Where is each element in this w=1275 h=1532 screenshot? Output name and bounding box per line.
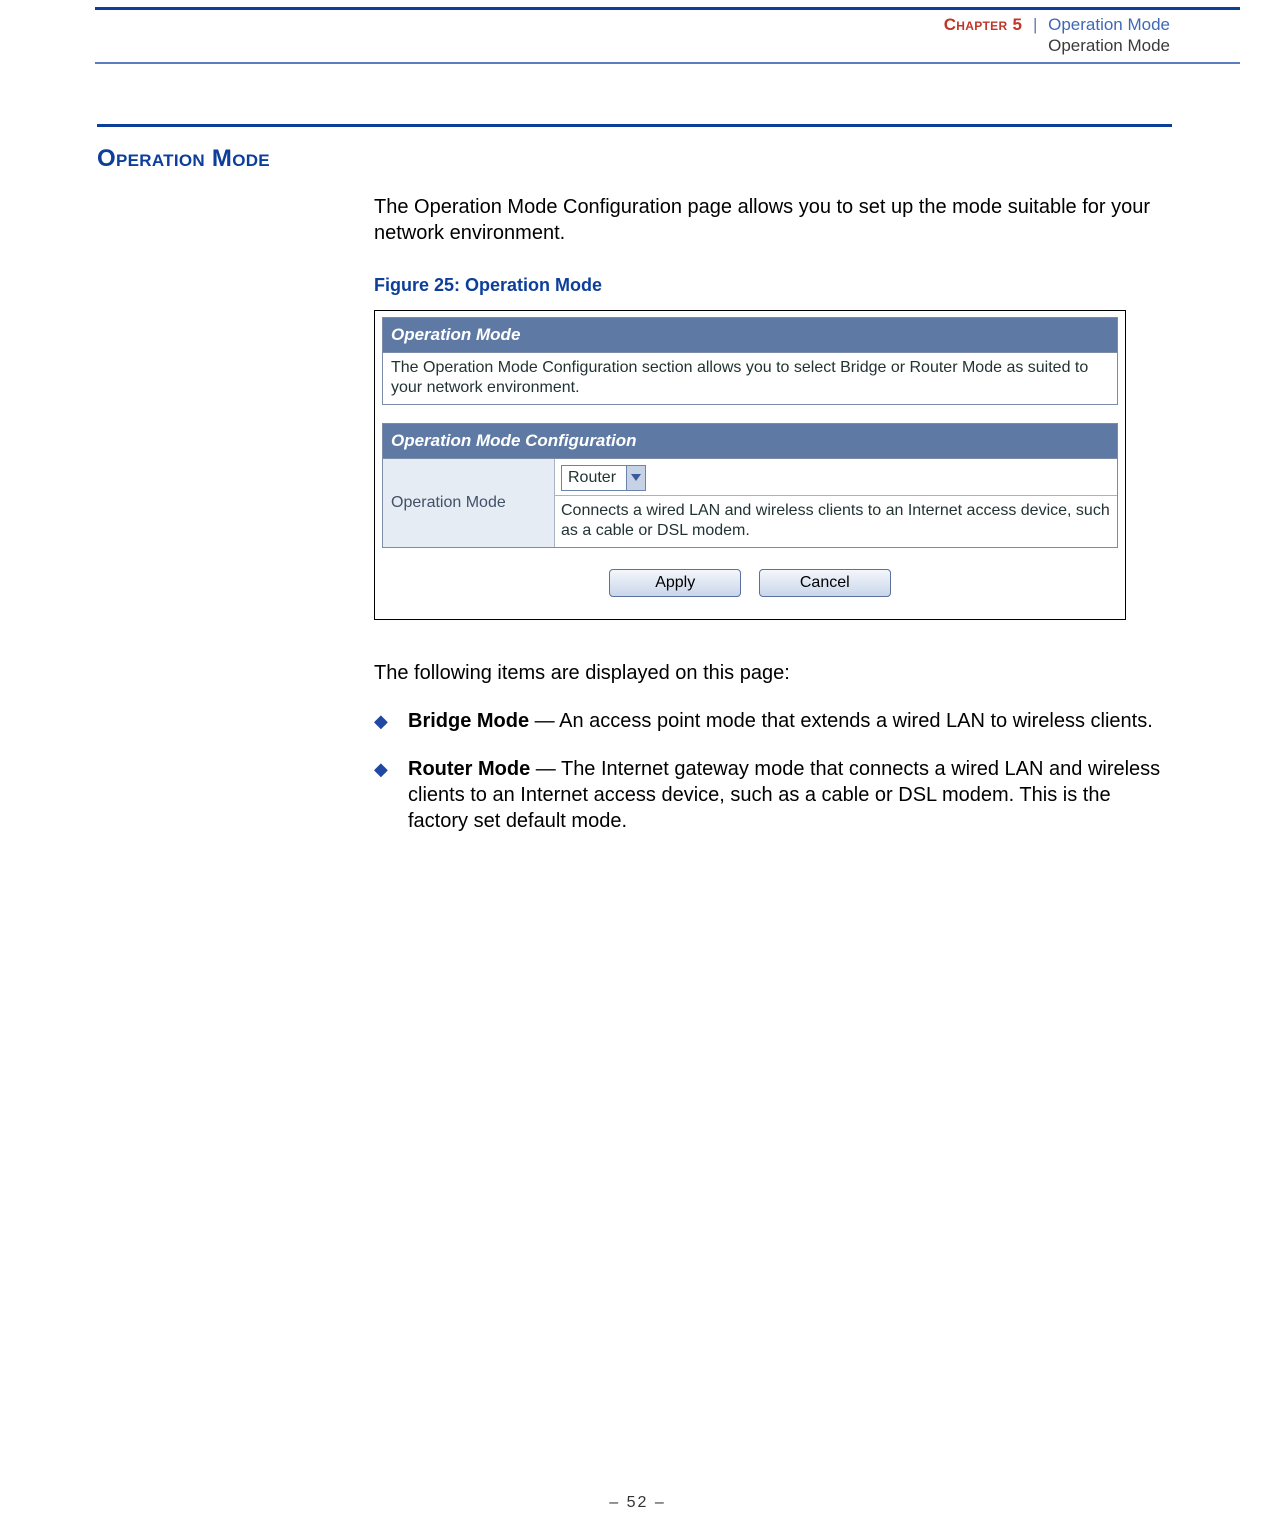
list-item-term: Bridge Mode [408, 710, 529, 732]
header-bottom-rule [95, 62, 1240, 64]
header-top-rule [95, 7, 1240, 10]
cancel-button[interactable]: Cancel [759, 569, 891, 597]
operation-mode-select-value: Router [562, 465, 626, 491]
page-header: Chapter 5 | Operation Mode Operation Mod… [944, 14, 1170, 56]
header-subtitle: Operation Mode [944, 35, 1170, 56]
chapter-separator: | [1027, 15, 1043, 34]
operation-mode-select[interactable]: Router [561, 465, 646, 491]
intro-paragraph: The Operation Mode Configuration page al… [374, 194, 1171, 246]
list-item: ◆ Router Mode — The Internet gateway mod… [374, 756, 1171, 834]
panel-operation-mode: Operation Mode The Operation Mode Config… [382, 317, 1118, 405]
list-item: ◆ Bridge Mode — An access point mode tha… [374, 708, 1171, 734]
section-top-rule [97, 124, 1172, 127]
section-title: Operation Mode [97, 145, 270, 173]
list-item-term: Router Mode [408, 758, 530, 780]
figure-screenshot: Operation Mode The Operation Mode Config… [374, 310, 1126, 620]
panel-config-head: Operation Mode Configuration [383, 424, 1117, 459]
chevron-down-icon [626, 466, 645, 490]
config-field-label: Operation Mode [383, 459, 555, 547]
config-field-desc: Connects a wired LAN and wireless client… [555, 496, 1117, 547]
diamond-bullet-icon: ◆ [374, 708, 408, 734]
chapter-label: Chapter 5 [944, 15, 1023, 34]
figure-caption: Figure 25: Operation Mode [374, 272, 1171, 298]
panel-operation-mode-config: Operation Mode Configuration Operation M… [382, 423, 1118, 548]
diamond-bullet-icon: ◆ [374, 756, 408, 834]
post-figure-intro: The following items are displayed on thi… [374, 660, 1171, 686]
page-number: – 52 – [0, 1494, 1275, 1512]
chapter-title: Operation Mode [1048, 15, 1170, 34]
panel-operation-mode-head: Operation Mode [383, 318, 1117, 353]
apply-button[interactable]: Apply [609, 569, 741, 597]
list-item-desc: — An access point mode that extends a wi… [529, 710, 1153, 732]
panel-operation-mode-desc: The Operation Mode Configuration section… [383, 353, 1117, 404]
